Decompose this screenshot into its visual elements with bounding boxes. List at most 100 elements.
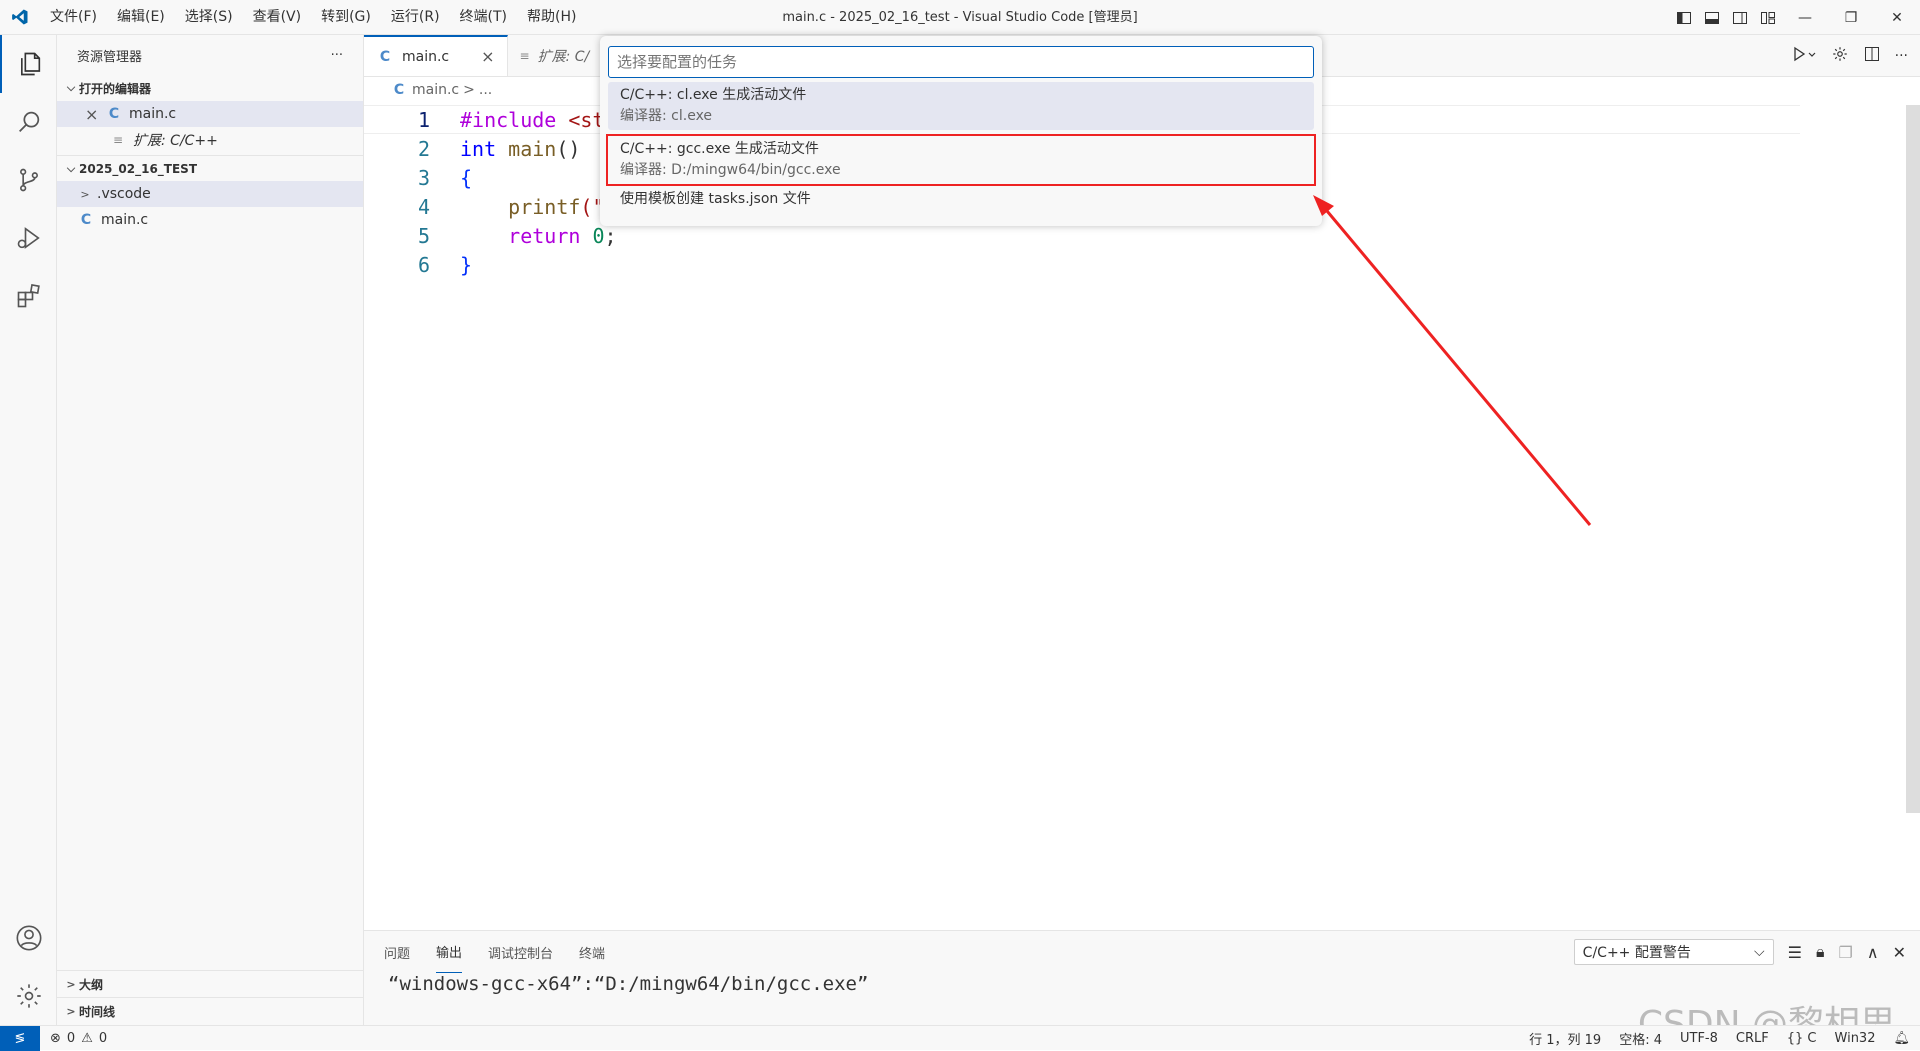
quick-pick-item-cl[interactable]: C/C++: cl.exe 生成活动文件 编译器: cl.exe [608, 82, 1314, 130]
code-line: 5 return 0; [364, 221, 617, 250]
lock-icon[interactable]: 🔒︎ [1816, 942, 1825, 962]
error-count: 0 [66, 1030, 76, 1046]
menu-terminal[interactable]: 终端(T) [450, 0, 517, 35]
warning-icon: ⚠ [81, 1030, 93, 1046]
menu-selection[interactable]: 选择(S) [175, 0, 243, 35]
code-line: 3 { [364, 163, 617, 192]
line-content: } [460, 252, 473, 277]
run-debug-icon[interactable] [0, 209, 57, 267]
chevron-right-icon: > [66, 1004, 76, 1018]
more-actions-icon[interactable]: ··· [1895, 48, 1908, 64]
manage-gear-icon[interactable] [0, 967, 57, 1025]
copy-icon[interactable]: ❐ [1839, 943, 1853, 962]
line-number: 2 [417, 136, 430, 161]
remote-icon[interactable]: ≶ [0, 1025, 40, 1051]
tab-main-c[interactable]: C main.c × [364, 35, 508, 76]
line-ending[interactable]: CRLF [1736, 1031, 1769, 1046]
outline-section[interactable]: > 大纲 [57, 970, 364, 997]
explorer-sidebar: 资源管理器 ··· ⌵ 打开的编辑器 × C main.c ≡ 扩展: C/C+… [57, 35, 364, 1025]
breadcrumb-file[interactable]: main.c [412, 82, 459, 98]
quick-pick-item-desc: 编译器: D:/mingw64/bin/gcc.exe [620, 162, 841, 178]
open-editor-main-c[interactable]: × C main.c [57, 101, 363, 127]
toggle-secondary-sidebar-icon[interactable] [1726, 0, 1754, 35]
restore-icon[interactable]: ❐ [1828, 0, 1874, 35]
tab-problems[interactable]: 问题 [384, 931, 410, 973]
split-editor-icon[interactable] [1863, 45, 1881, 67]
open-editor-label: 扩展: C/C++ [133, 133, 218, 149]
output-channel-select[interactable]: C/C++ 配置警告 ⌵ [1573, 939, 1774, 965]
tab-debug-console[interactable]: 调试控制台 [488, 931, 553, 973]
sidebar-title: 资源管理器 [77, 49, 143, 65]
minimize-icon[interactable]: — [1782, 0, 1828, 35]
quick-pick-item-label: C/C++: cl.exe 生成活动文件 [620, 87, 807, 103]
folder-item-label: .vscode [97, 186, 151, 202]
open-editor-extension[interactable]: ≡ 扩展: C/C++ [57, 127, 363, 153]
editor-scrollbar[interactable] [1906, 105, 1920, 813]
menu-help[interactable]: 帮助(H) [517, 0, 586, 35]
search-icon[interactable] [0, 93, 57, 151]
notifications-icon[interactable]: 🔔︎ [1893, 1031, 1910, 1046]
language-mode[interactable]: {} C [1787, 1031, 1817, 1046]
chevron-right-icon: > [80, 187, 90, 201]
tab-terminal[interactable]: 终端 [579, 931, 605, 973]
menu-edit[interactable]: 编辑(E) [107, 0, 175, 35]
title-bar: 文件(F) 编辑(E) 选择(S) 查看(V) 转到(G) 运行(R) 终端(T… [0, 0, 1920, 35]
line-content: return 0; [460, 223, 617, 248]
timeline-section[interactable]: > 时间线 [57, 997, 364, 1024]
warning-count: 0 [98, 1030, 108, 1046]
close-editor-icon[interactable]: × [85, 105, 105, 124]
editor-actions: ··· [1791, 35, 1908, 77]
open-editors-section[interactable]: ⌵ 打开的编辑器 [57, 75, 363, 101]
menu-go[interactable]: 转到(G) [311, 0, 381, 35]
maximize-panel-icon[interactable]: ∧ [1867, 943, 1879, 962]
code-editor[interactable]: 1 #include <st 2 int main() 3 { 4 printf… [364, 105, 617, 279]
tab-output[interactable]: 输出 [436, 931, 463, 973]
quick-pick-item-template[interactable]: 使用模板创建 tasks.json 文件 [608, 186, 1314, 213]
clear-output-icon[interactable]: ☰ [1788, 943, 1802, 962]
source-control-icon[interactable] [0, 151, 57, 209]
accounts-icon[interactable] [0, 909, 57, 967]
c-file-icon: C [108, 106, 120, 122]
menu-file[interactable]: 文件(F) [40, 0, 107, 35]
run-c-file-icon[interactable] [1791, 45, 1817, 67]
quick-pick-item-desc: 编译器: cl.exe [620, 108, 713, 124]
folder-section[interactable]: ⌵ 2025_02_16_TEST [57, 155, 363, 181]
output-text: “windows-gcc-x64”:“D:/mingw64/bin/gcc.ex… [388, 973, 869, 995]
tab-extension-preview[interactable]: ≡ 扩展: C/ [508, 35, 602, 76]
line-content: int main() [460, 136, 581, 161]
quick-pick-input[interactable] [608, 46, 1314, 78]
extension-preview-icon: ≡ [519, 48, 530, 63]
folder-item-vscode[interactable]: > .vscode [57, 181, 363, 207]
menu-view[interactable]: 查看(V) [243, 0, 312, 35]
platform[interactable]: Win32 [1835, 1031, 1876, 1046]
tab-label: 扩展: C/ [537, 48, 590, 65]
outline-title: 大纲 [79, 977, 104, 992]
indentation[interactable]: 空格: 4 [1619, 1029, 1662, 1048]
toggle-primary-sidebar-icon[interactable] [1670, 0, 1698, 35]
extensions-icon[interactable] [0, 267, 57, 325]
vscode-logo-icon[interactable] [0, 0, 40, 35]
menu-run[interactable]: 运行(R) [381, 0, 450, 35]
encoding[interactable]: UTF-8 [1680, 1031, 1718, 1046]
toggle-panel-icon[interactable] [1698, 0, 1726, 35]
explorer-icon[interactable] [0, 35, 57, 93]
close-window-icon[interactable]: ✕ [1874, 0, 1920, 35]
quick-pick-item-gcc[interactable]: C/C++: gcc.exe 生成活动文件 编译器: D:/mingw64/bi… [606, 134, 1316, 186]
activity-bar [0, 35, 57, 1025]
cursor-position[interactable]: 行 1，列 19 [1529, 1029, 1601, 1048]
gear-icon[interactable] [1831, 45, 1849, 67]
problems-status[interactable]: ⊗ 0 ⚠ 0 [40, 1031, 107, 1046]
timeline-title: 时间线 [79, 1004, 116, 1019]
c-file-icon: C [393, 82, 405, 98]
customize-layout-icon[interactable] [1754, 0, 1782, 35]
more-actions-icon[interactable]: ··· [331, 48, 343, 63]
chevron-down-icon: ⌵ [66, 161, 76, 175]
close-tab-icon[interactable]: × [481, 47, 494, 66]
line-number: 6 [417, 252, 430, 277]
extension-preview-icon: ≡ [113, 133, 124, 147]
breadcrumb-symbols[interactable]: ... [479, 82, 492, 98]
line-number: 1 [417, 107, 430, 132]
close-panel-icon[interactable]: ✕ [1893, 943, 1906, 962]
open-editors-title: 打开的编辑器 [79, 81, 152, 96]
folder-item-main-c[interactable]: C main.c [57, 207, 363, 233]
